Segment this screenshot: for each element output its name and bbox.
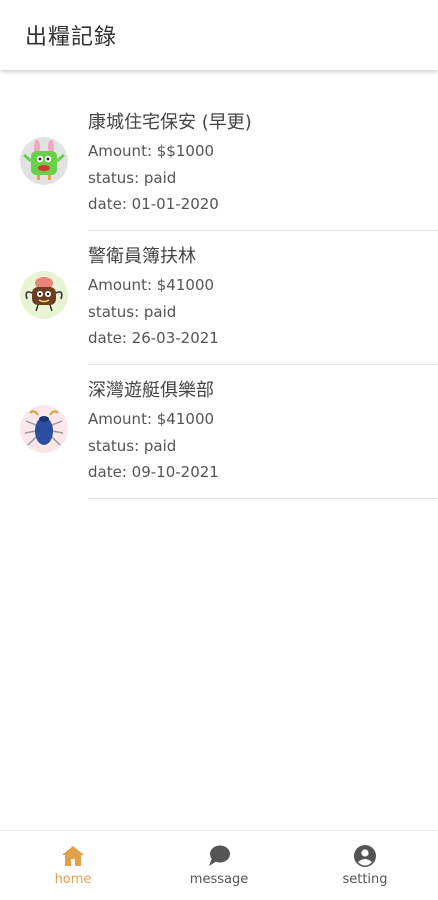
list-item[interactable]: 深灣遊艇俱樂部 Amount: $41000 status: paid date… [0, 365, 438, 499]
divider [88, 498, 438, 499]
record-title: 警衛員簿扶林 [88, 246, 196, 267]
blue-beetle-avatar-icon [20, 405, 68, 453]
record-status: status: paid [88, 302, 177, 321]
nav-label-home: home [54, 872, 92, 887]
record-date: date: 09-10-2021 [88, 463, 219, 481]
brown-monster-avatar-icon [20, 271, 68, 319]
account-circle-icon [352, 844, 378, 868]
nav-item-home[interactable]: home [0, 831, 146, 900]
nav-item-message[interactable]: message [146, 831, 292, 900]
list-item[interactable]: 警衛員簿扶林 Amount: $41000 status: paid date:… [0, 231, 438, 365]
record-date: date: 01-01-2020 [88, 195, 219, 213]
record-title: 深灣遊艇俱樂部 [88, 380, 214, 401]
record-title: 康城住宅保安 (早更) [88, 112, 252, 133]
record-date: date: 26-03-2021 [88, 329, 219, 347]
record-amount: Amount: $$1000 [88, 142, 215, 160]
record-details: 深灣遊艇俱樂部 Amount: $41000 status: paid date… [88, 377, 219, 486]
nav-label-setting: setting [342, 872, 388, 887]
nav-label-message: message [189, 872, 249, 887]
record-details: 警衛員簿扶林 Amount: $41000 status: paid date:… [88, 243, 219, 352]
bottom-navigation: home message setting [0, 830, 438, 900]
salary-record-list: 康城住宅保安 (早更) Amount: $$1000 status: paid … [0, 97, 438, 499]
nav-item-setting[interactable]: setting [292, 831, 438, 900]
app-bar: 出糧記錄 [0, 0, 438, 70]
list-item[interactable]: 康城住宅保安 (早更) Amount: $$1000 status: paid … [0, 97, 438, 231]
green-monster-avatar-icon [20, 137, 68, 185]
record-details: 康城住宅保安 (早更) Amount: $$1000 status: paid … [88, 109, 252, 218]
home-icon [60, 844, 86, 868]
record-status: status: paid [88, 168, 177, 187]
record-amount: Amount: $41000 [88, 276, 215, 294]
app-root: 出糧記錄 康城住宅保安 (早更) Amount: $$1000 status: … [0, 0, 438, 900]
page-title: 出糧記錄 [25, 25, 118, 50]
chat-bubble-icon [206, 844, 232, 868]
record-status: status: paid [88, 436, 177, 455]
record-amount: Amount: $41000 [88, 410, 215, 428]
